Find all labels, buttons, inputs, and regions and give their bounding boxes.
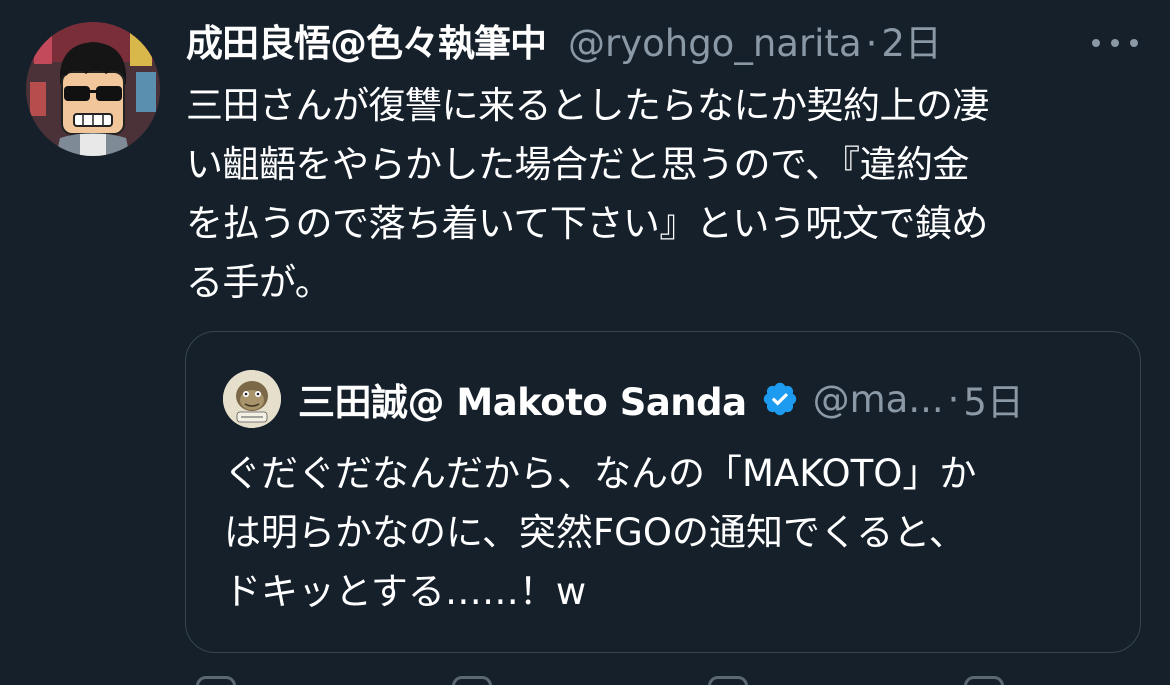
separator-dot: · [947, 377, 960, 421]
tweet-timestamp[interactable]: 2日 [881, 14, 942, 74]
quoted-text-line: は明らかなのに、突然FGOの通知でくると、 [224, 511, 966, 554]
author-handle[interactable]: @ryohgo_narita [568, 14, 862, 74]
quoted-author-handle[interactable]: @ma... [813, 378, 944, 421]
author-display-name[interactable]: 成田良悟@色々執筆中 [186, 14, 547, 74]
retweet-icon[interactable] [452, 676, 492, 685]
tweet-text-line: 三田さんが復讐に来るとしたらなにか契約上の凄 [186, 84, 990, 127]
more-options-button[interactable] [1092, 26, 1138, 60]
quoted-tweet[interactable]: 三田誠@ Makoto Sanda @ma... · 5日 ぐだぐだなんだから、… [185, 331, 1141, 653]
quoted-tweet-text: ぐだぐだなんだから、なんの「MAKOTO」か は明らかなのに、突然FGOの通知で… [224, 444, 1124, 621]
more-horizontal-icon [1092, 39, 1100, 47]
tweet-header: 成田良悟@色々執筆中 @ryohgo_narita · 2日 [186, 14, 942, 74]
tweet: 成田良悟@色々執筆中 @ryohgo_narita · 2日 三田さんが復讐に来… [0, 0, 1170, 685]
tweet-text-line: い齟齬をやらかした場合だと思うので、『違約金 [186, 143, 970, 186]
quoted-tweet-header: 三田誠@ Makoto Sanda @ma... · 5日 [298, 369, 1024, 429]
quoted-text-line: ぐだぐだなんだから、なんの「MAKOTO」か [224, 452, 977, 495]
quoted-text-line: ドキッとする……！w [224, 570, 587, 613]
cartoon-character-icon [223, 370, 281, 428]
separator-dot: · [865, 22, 878, 65]
tweet-text-line: を払うので落ち着いて下さい』という呪文で鎮め [186, 202, 988, 245]
author-avatar[interactable] [26, 22, 160, 156]
quoted-author-avatar[interactable] [223, 370, 281, 428]
quoted-author-display-name[interactable]: 三田誠@ Makoto Sanda [298, 372, 747, 426]
share-icon[interactable] [964, 676, 1004, 685]
quoted-tweet-timestamp[interactable]: 5日 [963, 372, 1024, 426]
tweet-text: 三田さんが復讐に来るとしたらなにか契約上の凄 い齟齬をやらかした場合だと思うので… [186, 76, 1126, 312]
like-icon[interactable] [708, 676, 748, 685]
sunglasses-man-icon [26, 22, 160, 156]
verified-badge-icon [761, 380, 799, 418]
reply-icon[interactable] [196, 676, 236, 685]
tweet-text-line: る手が。 [186, 261, 332, 304]
